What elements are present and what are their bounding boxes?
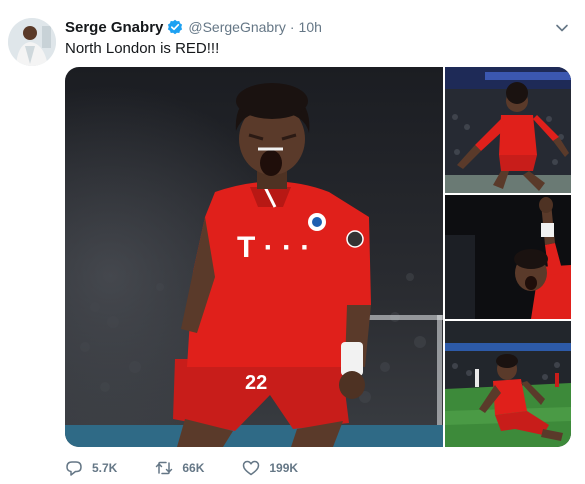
tweet-card[interactable]: Serge Gnabry @SergeGnabry · 10h North Lo… [0, 0, 585, 484]
photo-celebration-main[interactable]: 22 T · · · [65, 67, 443, 447]
like-count: 199K [269, 461, 299, 475]
jersey-number-text: 22 [245, 372, 267, 394]
like-button[interactable]: 199K [242, 459, 298, 477]
verified-badge-icon [167, 19, 183, 35]
chevron-down-icon[interactable] [554, 20, 570, 36]
tweet-text: North London is RED!!! [65, 40, 220, 57]
tweet-timestamp[interactable]: 10h [299, 19, 322, 35]
separator-dot: · [289, 19, 295, 35]
reply-count: 5.7K [92, 461, 118, 475]
retweet-icon [156, 461, 173, 475]
reply-button[interactable]: 5.7K [65, 459, 117, 477]
avatar[interactable] [8, 18, 56, 66]
tweet-header: Serge Gnabry @SergeGnabry · 10h [65, 17, 322, 37]
reply-icon [66, 461, 82, 476]
retweet-count: 66K [182, 461, 205, 475]
author-name[interactable]: Serge Gnabry [65, 19, 163, 36]
photo-celebration-fist[interactable] [445, 195, 571, 319]
photo-celebration-running[interactable] [445, 67, 571, 193]
retweet-button[interactable]: 66K [155, 459, 204, 477]
photo-celebration-knee-slide[interactable] [445, 321, 571, 447]
heart-icon [243, 460, 260, 476]
svg-text:T · · ·: T · · · [237, 231, 310, 264]
author-handle[interactable]: @SergeGnabry [188, 19, 285, 35]
media-grid: 22 T · · · [65, 67, 571, 447]
action-bar: 5.7K 66K 199K [65, 458, 336, 478]
